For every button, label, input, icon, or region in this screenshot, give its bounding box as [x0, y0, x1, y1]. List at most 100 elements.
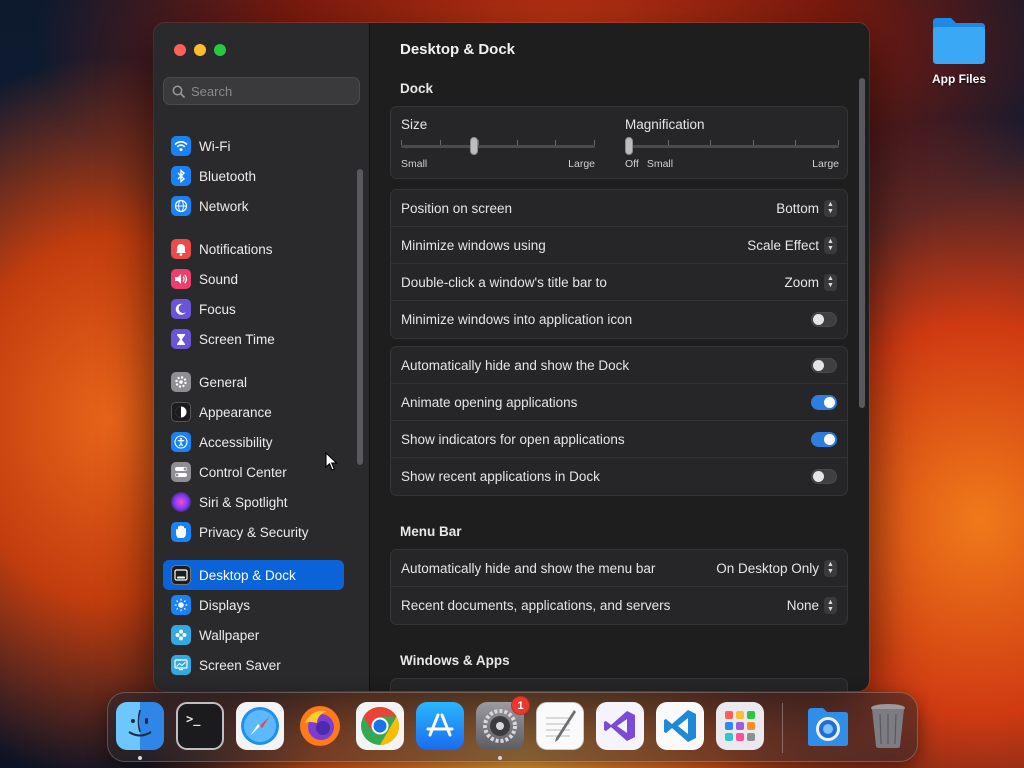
dock-trash[interactable] — [864, 702, 912, 750]
search-input[interactable] — [191, 83, 351, 99]
siri-icon — [171, 492, 191, 512]
dock-app-launchpad[interactable] — [716, 702, 764, 750]
safari-icon — [241, 707, 279, 745]
sidebar-item-sound[interactable]: Sound — [163, 264, 344, 294]
row-label: Animate opening applications — [401, 394, 578, 410]
magnification-slider-block: Magnification Off Small Large — [625, 117, 839, 170]
minimize-button[interactable] — [194, 44, 206, 56]
dock: >_ 1 — [107, 692, 918, 762]
page-title: Desktop & Dock — [400, 41, 516, 58]
main-scrollbar[interactable] — [859, 78, 865, 408]
chrome-icon — [361, 706, 400, 746]
dock-app-finder[interactable] — [116, 702, 164, 750]
show-recent-apps-row: Show recent applications in Dock — [391, 458, 847, 495]
sidebar-item-wallpaper[interactable]: Wallpaper — [163, 620, 344, 650]
sidebar-item-bluetooth[interactable]: Bluetooth — [163, 161, 344, 191]
sidebar-item-label: Screen Saver — [199, 657, 281, 673]
show-indicators-toggle[interactable] — [811, 431, 837, 447]
close-button[interactable] — [174, 44, 186, 56]
sidebar-item-focus[interactable]: Focus — [163, 294, 344, 324]
sidebar-item-desktop-dock[interactable]: Desktop & Dock — [163, 560, 344, 590]
popup-value: Bottom — [776, 200, 819, 216]
windows-apps-card — [390, 678, 848, 691]
dock-app-system-settings[interactable]: 1 — [476, 696, 530, 750]
zoom-button[interactable] — [214, 44, 226, 56]
chevron-updown-icon: ▲ ▼ — [824, 559, 837, 577]
sidebar-item-label: Control Center — [199, 464, 287, 480]
dock-icon — [171, 565, 191, 585]
double-click-title-bar-row: Double-click a window's title bar to Zoo… — [391, 264, 847, 301]
sidebar-item-label: Wi-Fi — [199, 138, 231, 154]
dock-app-safari[interactable] — [236, 702, 284, 750]
finder-icon — [128, 709, 152, 737]
dock-separator — [782, 703, 783, 753]
sidebar-item-wifi[interactable]: Wi-Fi — [163, 131, 344, 161]
dock-options-card: Position on screen Bottom ▲ ▼ Minimize wi… — [390, 189, 848, 339]
sidebar-item-label: Appearance — [199, 404, 272, 420]
sidebar-scrollbar[interactable] — [357, 169, 363, 465]
minimize-into-icon-toggle[interactable] — [811, 312, 837, 327]
window-controls — [174, 44, 226, 56]
position-on-screen-popup[interactable]: Bottom ▲ ▼ — [776, 199, 837, 217]
moon-icon — [171, 299, 191, 319]
vscode-icon — [664, 710, 696, 742]
sidebar-item-accessibility[interactable]: Accessibility — [163, 427, 344, 457]
dock-stack-app-files[interactable] — [804, 702, 852, 750]
row-label: Double-click a window's title bar to — [401, 274, 607, 290]
sidebar-item-privacy-security[interactable]: Privacy & Security — [163, 517, 344, 547]
magnification-slider[interactable] — [625, 136, 839, 156]
sidebar-item-control-center[interactable]: Control Center — [163, 457, 344, 487]
mouse-pointer-icon — [325, 452, 338, 471]
dock-app-vscode[interactable] — [656, 702, 704, 750]
bluetooth-icon — [171, 166, 191, 186]
sidebar-item-appearance[interactable]: Appearance — [163, 397, 344, 427]
auto-hide-dock-toggle[interactable] — [811, 357, 837, 373]
magnification-slider-thumb[interactable] — [625, 137, 633, 155]
desktop-folder-app-files[interactable]: App Files — [924, 14, 994, 86]
animate-opening-row: Animate opening applications — [391, 384, 847, 421]
auto-hide-menu-bar-popup[interactable]: On Desktop Only ▲ ▼ — [716, 559, 837, 577]
size-slider-thumb[interactable] — [470, 137, 478, 155]
sidebar-item-notifications[interactable]: Notifications — [163, 234, 344, 264]
show-recent-apps-toggle[interactable] — [811, 469, 837, 484]
dock-app-firefox[interactable] — [296, 702, 344, 750]
sidebar-item-general[interactable]: General — [163, 367, 344, 397]
size-min-label: Small — [401, 158, 428, 170]
dock-app-app-store[interactable] — [416, 702, 464, 750]
dock-app-textedit[interactable] — [536, 702, 584, 750]
wifi-icon — [171, 136, 191, 156]
dock-app-chrome[interactable] — [356, 702, 404, 750]
magnification-label: Magnification — [625, 117, 705, 132]
main-pane: Desktop & Dock Dock Size Small Large Mag… — [370, 23, 869, 691]
popup-value: Scale Effect — [747, 237, 819, 253]
recent-documents-popup[interactable]: None ▲ ▼ — [787, 597, 837, 614]
sidebar-item-screen-saver[interactable]: Screen Saver — [163, 650, 344, 680]
double-click-action-popup[interactable]: Zoom ▲ ▼ — [784, 273, 837, 291]
sidebar-item-network[interactable]: Network — [163, 191, 344, 221]
animate-opening-toggle[interactable] — [811, 394, 837, 410]
search-field[interactable] — [163, 77, 360, 105]
launchpad-icon — [725, 711, 755, 741]
accessibility-icon — [171, 432, 191, 452]
dock-app-terminal[interactable]: >_ — [176, 702, 224, 750]
auto-hide-menu-bar-row: Automatically hide and show the menu bar… — [391, 550, 847, 587]
magnification-off-label: Off — [625, 158, 639, 170]
firefox-icon — [300, 706, 340, 746]
sidebar-item-screen-time[interactable]: Screen Time — [163, 324, 344, 354]
sidebar-item-label: Privacy & Security — [199, 524, 309, 540]
show-indicators-row: Show indicators for open applications — [391, 421, 847, 458]
flower-icon — [171, 625, 191, 645]
trash-icon — [871, 704, 905, 748]
sidebar-item-label: Desktop & Dock — [199, 567, 296, 583]
minimize-into-icon-row: Minimize windows into application icon — [391, 301, 847, 338]
sidebar-item-displays[interactable]: Displays — [163, 590, 344, 620]
sidebar-item-siri-spotlight[interactable]: Siri & Spotlight — [163, 487, 344, 517]
auto-hide-dock-row: Automatically hide and show the Dock — [391, 347, 847, 384]
chevron-updown-icon: ▲ ▼ — [824, 597, 837, 614]
minimize-effect-popup[interactable]: Scale Effect ▲ ▼ — [747, 236, 837, 254]
dock-app-visual-studio[interactable] — [596, 702, 644, 750]
size-slider[interactable] — [401, 136, 595, 156]
system-settings-window: Wi-Fi Bluetooth Network Notifications — [154, 23, 869, 691]
row-label: Position on screen — [401, 200, 513, 216]
bell-icon — [171, 239, 191, 259]
